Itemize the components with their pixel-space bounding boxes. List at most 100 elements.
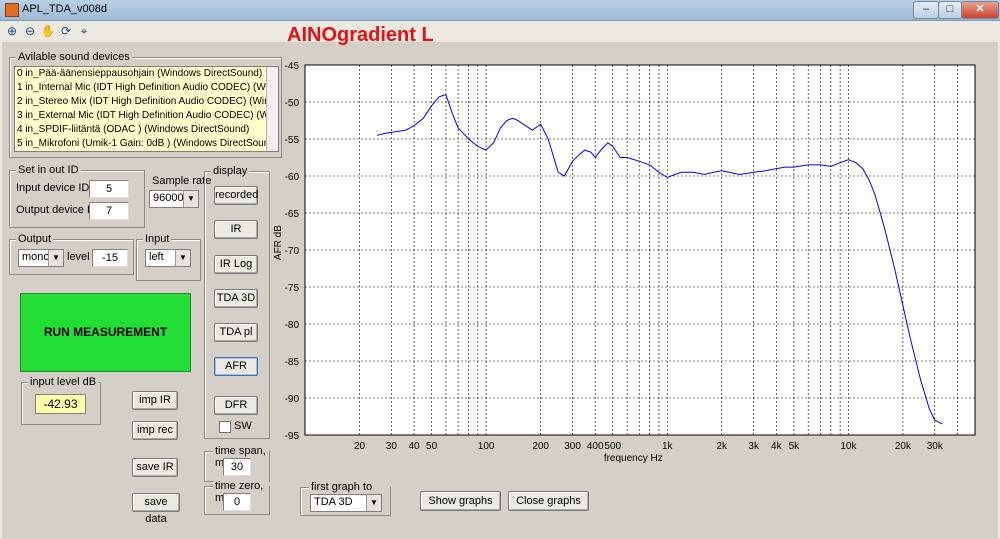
sw-label: SW [234,420,252,432]
input-level-title: input level dB [28,376,99,388]
first-graph-select[interactable]: TDA 3D ▼ [310,494,382,512]
list-item[interactable]: 4 in_SPDIF-liitäntä (ODAC ) (Windows Dir… [15,123,278,137]
data-cursor-icon[interactable]: ⌖ [76,23,92,39]
list-item[interactable]: 1 in_Internal Mic (IDT High Definition A… [15,81,278,95]
x-tick-label: 20k [895,441,912,452]
ir-log-button[interactable]: IR Log [214,255,258,274]
close-graphs-button[interactable]: Close graphs [508,491,589,511]
inout-id-title: Set in out ID [16,164,81,176]
sound-devices-title: Avilable sound devices [16,51,132,63]
sound-devices-panel: Avilable sound devices 0 in_Pää-äänensie… [9,51,282,158]
input-device-field[interactable]: 5 [89,180,129,198]
x-axis-label: frequency Hz [604,453,663,464]
time-span-field[interactable]: 30 [223,458,251,476]
x-tick-label: 200 [532,441,549,452]
minimize-button[interactable]: – [913,1,939,19]
run-measurement-button[interactable]: RUN MEASUREMENT [20,293,191,372]
x-tick-label: 3k [748,441,760,452]
sample-rate-select[interactable]: 96000 ▼ [149,190,199,208]
title-bar[interactable]: APL_TDA_v008d – □ ✕ [0,0,1000,21]
window-title: APL_TDA_v008d [22,3,107,15]
list-item[interactable]: 2 in_Stereo Mix (IDT High Definition Aud… [15,95,278,109]
input-channel-select[interactable]: left ▼ [145,249,191,267]
time-span-panel: time span, ms 30 [204,445,270,482]
zoom-in-icon[interactable]: ⊕ [4,23,20,39]
display-title: display [211,165,250,177]
x-tick-label: 40 [408,441,420,452]
y-tick-label: -65 [285,209,300,220]
first-graph-panel: first graph to show TDA 3D ▼ [300,481,391,516]
time-zero-field[interactable]: 0 [223,493,251,511]
x-tick-label: 1k [662,441,674,452]
x-tick-label: 30 [386,441,398,452]
y-tick-label: -45 [285,61,300,72]
application-window: APL_TDA_v008d – □ ✕ ⊕ ⊖ ✋ ⟳ ⌖ AINOgradie… [0,0,1000,539]
rotate-icon[interactable]: ⟳ [58,23,74,39]
first-graph-value: TDA 3D [314,496,353,508]
y-tick-label: -80 [285,320,300,331]
matlab-app-icon [5,3,19,17]
save-data-button[interactable]: save data [132,493,180,525]
chevron-down-icon: ▼ [183,191,198,207]
sample-rate-label: Sample rate [152,175,212,187]
tda-pl-button[interactable]: TDA pl [214,323,258,342]
x-tick-label: 300 [564,441,581,452]
save-ir-button[interactable]: save IR [132,458,178,477]
inout-id-panel: Set in out ID Input device ID 5 Output d… [9,164,145,228]
imp-rec-button[interactable]: imp rec [132,421,178,440]
x-tick-label: 400 [587,441,604,452]
x-tick-label: 100 [478,441,495,452]
output-mode-select[interactable]: mono ▼ [18,249,64,267]
x-tick-label: 2k [717,441,729,452]
chevron-down-icon: ▼ [175,250,190,266]
x-tick-label: 30k [927,441,944,452]
afr-chart[interactable]: -45 -50 -55 -60 -65 -70 -75 -80 -85 -90 -95 20 30 40 5… [268,55,998,470]
close-button[interactable]: ✕ [961,1,999,19]
x-tick-label: 4k [771,441,783,452]
figure-toolbar: ⊕ ⊖ ✋ ⟳ ⌖ [0,21,1000,41]
y-tick-label: -90 [285,394,300,405]
tda3d-button[interactable]: TDA 3D [214,289,258,308]
sound-devices-list[interactable]: 0 in_Pää-äänensieppausohjain (Windows Di… [14,66,279,152]
sample-rate-value: 96000 [153,192,184,204]
x-tick-label: 10k [840,441,857,452]
chevron-down-icon: ▼ [48,250,63,266]
y-axis-label: AFR dB [273,225,284,260]
dfr-button[interactable]: DFR [214,396,258,415]
input-device-label: Input device ID [16,182,90,194]
list-item[interactable]: 0 in_Pää-äänensieppausohjain (Windows Di… [15,67,278,81]
y-tick-label: -75 [285,283,300,294]
input-channel-value: left [149,251,164,263]
display-panel: display recorded IR IR Log TDA 3D TDA pl… [204,165,270,439]
input-title: Input [143,233,172,245]
maximize-button[interactable]: □ [938,1,962,19]
recorded-button[interactable]: recorded [214,186,258,205]
x-tick-label: 500 [604,441,621,452]
y-tick-label: -95 [285,431,300,442]
y-tick-label: -55 [285,135,300,146]
figure-title: AINOgradient L [287,24,434,46]
list-item[interactable]: 5 in_Mikrofoni (Umik-1 Gain: 0dB ) (Wind… [15,137,278,151]
output-title: Output [16,233,54,245]
ir-button[interactable]: IR [214,220,258,239]
x-tick-label: 20 [354,441,366,452]
input-panel: Input left ▼ [136,233,201,281]
list-item[interactable]: 3 in_External Mic (IDT High Definition A… [15,109,278,123]
pan-hand-icon[interactable]: ✋ [40,23,56,39]
sw-checkbox[interactable] [219,421,231,433]
y-tick-label: -50 [285,98,300,109]
output-device-field[interactable]: 7 [89,202,129,220]
input-level-value: -42.93 [35,394,86,414]
output-level-field[interactable]: -15 [92,249,128,267]
chevron-down-icon: ▼ [366,495,381,511]
output-panel: Output mono ▼ level -15 [9,233,134,275]
y-tick-label: -85 [285,357,300,368]
x-tick-label: 5k [789,441,801,452]
show-graphs-button[interactable]: Show graphs [420,491,501,511]
afr-button[interactable]: AFR [214,357,258,376]
imp-ir-button[interactable]: imp IR [132,391,178,410]
zoom-out-icon[interactable]: ⊖ [22,23,38,39]
time-zero-panel: time zero, ms 0 [204,480,270,515]
figure-canvas: AINOgradient L Avilable sound devices 0 … [2,24,998,539]
y-tick-label: -60 [285,172,300,183]
